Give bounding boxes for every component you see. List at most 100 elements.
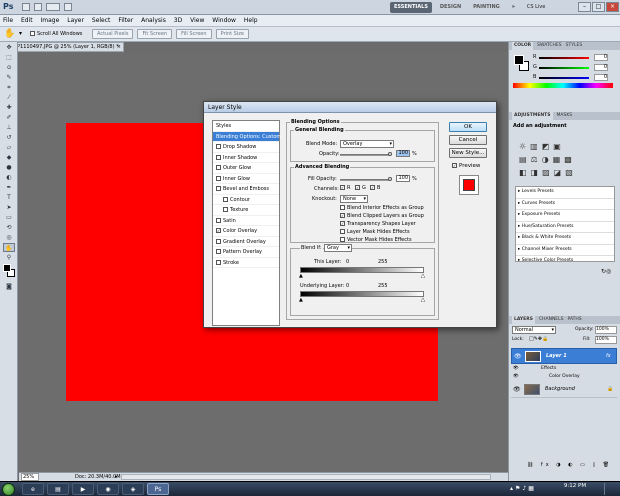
ok-button[interactable]: OK: [449, 122, 487, 132]
color-overlay-effect-row[interactable]: 👁 Color Overlay: [511, 373, 617, 381]
menu-view[interactable]: View: [187, 15, 207, 27]
layer-row-background[interactable]: 👁 Background 🔒: [511, 382, 617, 398]
underlying-black-slider-icon[interactable]: ▲: [299, 297, 303, 303]
scroll-all-checkbox[interactable]: [30, 31, 35, 36]
shape-tool-icon[interactable]: ▭: [3, 213, 15, 222]
knockout-select[interactable]: None: [340, 195, 368, 203]
taskbar-ie-icon[interactable]: e: [22, 483, 44, 495]
status-menu-arrow-icon[interactable]: ▸: [115, 473, 118, 481]
layer-opacity-value[interactable]: 100%: [595, 326, 617, 334]
layer-mask-hides-checkbox[interactable]: [340, 229, 345, 234]
contour-checkbox[interactable]: [223, 196, 228, 202]
gradient-overlay-item[interactable]: Gradient Overlay: [213, 237, 279, 247]
inner-shadow-item[interactable]: Inner Shadow: [213, 153, 279, 163]
underlying-white-slider-icon[interactable]: ▲: [421, 297, 425, 303]
tab-color[interactable]: COLOR: [512, 42, 534, 50]
scroll-all-windows-option[interactable]: Scroll All Windows: [30, 30, 82, 39]
preset-selective-color[interactable]: ▸ Selective Color Presets: [516, 256, 614, 267]
taskbar-explorer-icon[interactable]: ▤: [47, 483, 69, 495]
maximize-button[interactable]: □: [592, 2, 605, 12]
background-eye-icon[interactable]: 👁: [513, 386, 521, 393]
tab-masks[interactable]: MASKS: [557, 112, 573, 120]
adjustments-footer-icons[interactable]: ↻◎: [601, 268, 611, 275]
document-close-icon[interactable]: ×: [117, 43, 121, 52]
inner-shadow-checkbox[interactable]: [216, 154, 221, 160]
system-tray-icons[interactable]: ▴⚑♪▦: [510, 485, 536, 492]
b-value[interactable]: 0: [594, 74, 608, 81]
tab-channels[interactable]: CHANNELS: [539, 316, 564, 324]
channel-r-checkbox[interactable]: ✓: [340, 185, 345, 190]
layer-effects-row[interactable]: 👁 Effects: [511, 365, 617, 373]
adjustment-icons-grid[interactable]: ☼▥◩▣ ▤⚖◑▦▩ ◧◨▨◪▧: [519, 140, 609, 180]
outer-glow-checkbox[interactable]: [216, 165, 221, 170]
paint-bucket-tool-icon[interactable]: ◆: [3, 153, 15, 162]
blend-mode-select[interactable]: Overlay: [340, 140, 394, 148]
preset-channel-mixer[interactable]: ▸ Channel Mixer Presets: [516, 245, 614, 256]
layer-fill-value[interactable]: 100%: [595, 336, 617, 344]
foreground-color[interactable]: [3, 264, 11, 272]
preset-curves[interactable]: ▸ Curves Presets: [516, 199, 614, 210]
preset-levels[interactable]: ▸ Levels Presets: [516, 187, 614, 199]
channel-b-checkbox[interactable]: ✓: [370, 185, 375, 190]
pattern-overlay-item[interactable]: Pattern Overlay: [213, 247, 279, 258]
menu-3d[interactable]: 3D: [171, 15, 185, 27]
g-slider[interactable]: [539, 67, 589, 69]
fill-opacity-input[interactable]: 100: [396, 175, 410, 182]
channel-b-option[interactable]: ✓ B: [370, 185, 380, 191]
menu-layer[interactable]: Layer: [64, 15, 87, 27]
b-slider[interactable]: [539, 77, 589, 79]
3d-rotate-tool-icon[interactable]: ⟲: [3, 223, 15, 232]
color-overlay-eye-icon[interactable]: 👁: [513, 374, 519, 379]
marquee-tool-icon[interactable]: ⬚: [3, 53, 15, 62]
fit-screen-button[interactable]: Fit Screen: [137, 29, 173, 39]
zoom-tool-icon[interactable]: ⚲: [3, 253, 15, 262]
r-value[interactable]: 0: [594, 54, 608, 61]
pen-tool-icon[interactable]: ✒: [3, 183, 15, 192]
texture-checkbox[interactable]: [223, 207, 228, 212]
3d-orbit-tool-icon[interactable]: ◎: [3, 233, 15, 242]
cs-live-button[interactable]: CS Live: [523, 2, 549, 13]
gradient-overlay-checkbox[interactable]: [216, 238, 221, 244]
start-button-icon[interactable]: [2, 483, 15, 496]
preset-hue-saturation[interactable]: ▸ Hue/Saturation Presets: [516, 222, 614, 233]
transparency-shapes-option[interactable]: ✓ Transparency Shapes Layer: [340, 221, 416, 227]
blending-options-item[interactable]: Blending Options: Custom: [213, 131, 281, 142]
workspace-essentials[interactable]: ESSENTIALS: [390, 2, 432, 13]
clock[interactable]: 9:12 PM: [555, 483, 595, 489]
healing-brush-tool-icon[interactable]: ✚: [3, 103, 15, 112]
fill-opacity-knob[interactable]: [388, 177, 392, 181]
quick-mask-icon[interactable]: ◙: [3, 282, 15, 291]
visibility-eye-icon[interactable]: 👁: [514, 353, 522, 360]
stroke-checkbox[interactable]: [216, 259, 221, 265]
blend-if-select[interactable]: Gray: [324, 244, 352, 252]
tab-styles[interactable]: STYLES: [566, 42, 583, 50]
vector-mask-hides-checkbox[interactable]: [340, 237, 345, 242]
path-select-tool-icon[interactable]: ➤: [3, 203, 15, 212]
layers-footer-icons[interactable]: ⛓ fx ◑ ◐ ▭ ▯ 🗑: [527, 462, 612, 468]
channel-g-option[interactable]: ✓ G: [355, 185, 366, 191]
color-swatches[interactable]: [3, 264, 15, 280]
color-ramp[interactable]: [513, 83, 613, 88]
horizontal-scrollbar[interactable]: [121, 474, 491, 480]
document-tab[interactable]: P1110497.JPG @ 25% (Layer 1, RGB/8) * ×: [14, 42, 124, 52]
preview-option[interactable]: ✓ Preview: [452, 163, 480, 169]
layer-name-background[interactable]: Background: [545, 386, 575, 392]
menu-image[interactable]: Image: [38, 15, 63, 27]
lock-icons[interactable]: □✎✥🔒: [529, 336, 548, 342]
fill-opacity-track[interactable]: [340, 179, 390, 181]
color-panel-foreground[interactable]: [514, 55, 524, 65]
tab-swatches[interactable]: SWATCHES: [537, 42, 562, 50]
taskbar-firefox-icon[interactable]: ◉: [97, 483, 119, 495]
move-tool-icon[interactable]: ✥: [3, 43, 15, 52]
channel-g-checkbox[interactable]: ✓: [355, 185, 360, 190]
outer-glow-item[interactable]: Outer Glow: [213, 163, 279, 174]
crop-tool-icon[interactable]: ⌗: [3, 83, 15, 92]
menu-edit[interactable]: Edit: [18, 15, 36, 27]
texture-item[interactable]: Texture: [213, 205, 279, 216]
cancel-button[interactable]: Cancel: [449, 135, 487, 145]
hand-tool-preset-icon[interactable]: ✋: [4, 29, 15, 39]
stroke-item[interactable]: Stroke: [213, 258, 279, 268]
type-tool-icon[interactable]: T: [3, 193, 15, 202]
menu-file[interactable]: File: [0, 15, 16, 27]
satin-item[interactable]: Satin: [213, 216, 279, 226]
